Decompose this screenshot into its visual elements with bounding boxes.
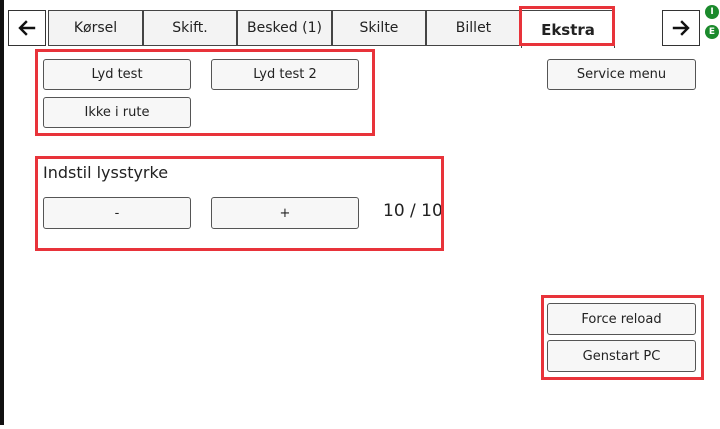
window-bottom-edge	[0, 425, 720, 429]
tab-label: Ekstra	[541, 20, 595, 39]
button-label: -	[114, 205, 120, 221]
tab-bar: Kørsel Skift. Besked (1) Skilte Billet E…	[8, 10, 700, 48]
tab-billet[interactable]: Billet	[426, 10, 521, 46]
tab-label: Skift.	[172, 20, 208, 36]
button-label: Force reload	[581, 311, 662, 327]
arrow-left-icon	[18, 20, 36, 36]
forward-button[interactable]	[662, 10, 700, 46]
tab-label: Kørsel	[73, 20, 118, 36]
status-dot-e: E	[705, 25, 719, 39]
service-menu-button[interactable]: Service menu	[547, 59, 696, 90]
sound-test-2-button[interactable]: Lyd test 2	[211, 59, 359, 90]
not-in-route-button[interactable]: Ikke i rute	[43, 97, 191, 128]
button-label: Genstart PC	[582, 348, 661, 364]
button-label: Service menu	[576, 67, 667, 82]
status-dot-i: I	[705, 5, 719, 19]
arrow-right-icon	[672, 20, 690, 36]
brightness-increase-button[interactable]: +	[211, 197, 359, 229]
tab-skift[interactable]: Skift.	[143, 10, 237, 46]
back-button[interactable]	[8, 10, 46, 46]
button-label: Ikke i rute	[84, 105, 150, 120]
window-left-edge	[0, 0, 4, 429]
force-reload-button[interactable]: Force reload	[547, 303, 696, 335]
tab-korsel[interactable]: Kørsel	[48, 10, 143, 46]
brightness-decrease-button[interactable]: -	[43, 197, 191, 229]
tab-besked[interactable]: Besked (1)	[237, 10, 332, 46]
brightness-heading: Indstil lysstyrke	[43, 163, 169, 182]
brightness-value: 10 / 10	[383, 201, 443, 221]
tab-ekstra[interactable]: Ekstra	[521, 10, 615, 48]
tab-skilte[interactable]: Skilte	[332, 10, 426, 46]
button-label: Lyd test	[91, 67, 143, 82]
restart-pc-button[interactable]: Genstart PC	[547, 340, 696, 372]
tab-label: Billet	[455, 20, 492, 36]
button-label: Lyd test 2	[253, 67, 317, 82]
tab-label: Skilte	[359, 20, 399, 36]
button-label: +	[279, 205, 291, 221]
sound-test-button[interactable]: Lyd test	[43, 59, 191, 90]
tab-label: Besked (1)	[247, 20, 322, 36]
status-indicators: I E	[704, 5, 720, 41]
